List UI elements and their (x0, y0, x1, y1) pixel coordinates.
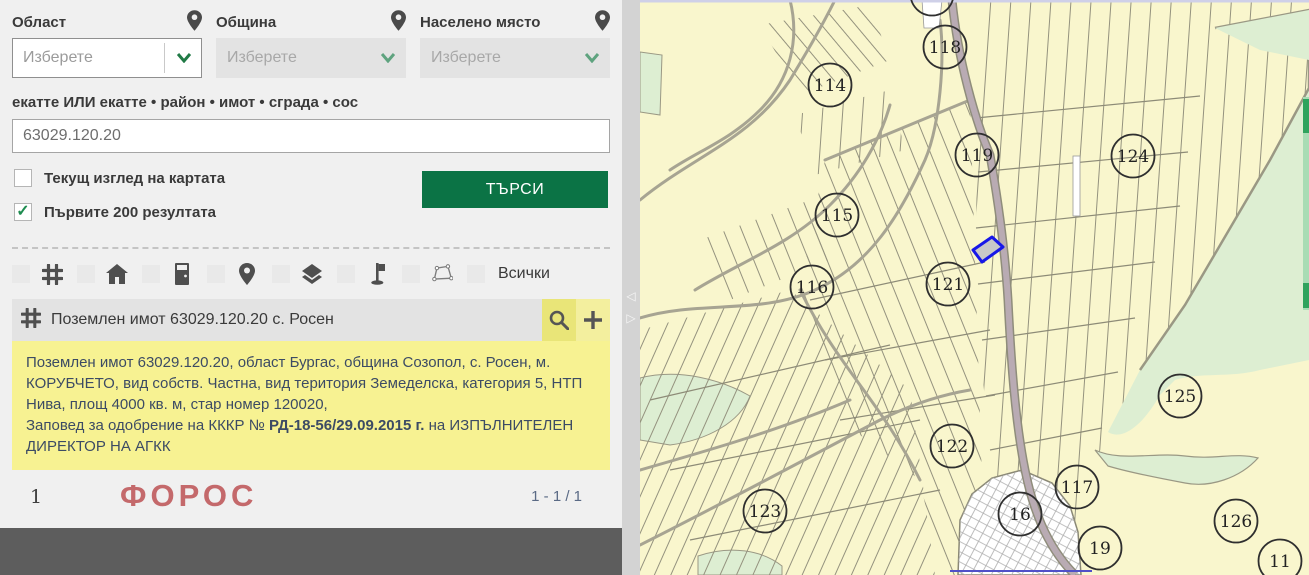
search-input[interactable] (12, 119, 610, 153)
svg-text:121: 121 (932, 275, 964, 295)
map-scrollbar-thumb-bottom[interactable] (1303, 283, 1309, 308)
collapse-panel-arrow-icon[interactable]: ◁ (625, 288, 637, 304)
flag-point-icon (366, 263, 388, 285)
search-panel: Област Изберете Община Изберете (0, 0, 622, 575)
location-pin-icon (187, 10, 202, 31)
search-button[interactable]: ТЪРСИ (422, 171, 608, 208)
point-marker-icon (236, 263, 258, 285)
result-title: Поземлен имот 63029.120.20 с. Росен (51, 311, 542, 329)
svg-text:11: 11 (1269, 552, 1291, 572)
object-entrance-icon (171, 263, 193, 285)
building-filter-checkbox[interactable] (77, 265, 95, 283)
search-controls: Текущ изглед на картата ✓ Първите 200 ре… (12, 161, 610, 237)
panel-bottom-filler (0, 528, 622, 575)
results-range: 1 - 1 / 1 (531, 488, 582, 505)
obshtina-placeholder: Изберете (217, 49, 297, 67)
location-pin-icon (595, 10, 610, 31)
svg-text:19: 19 (1089, 539, 1111, 559)
chevron-down-icon (177, 53, 191, 63)
parcel-details-text: Поземлен имот 63029.120.20, област Бурга… (26, 354, 582, 413)
cadastral-map[interactable]: 118 114 124 119 115 121 116 125 122 117 123 16 126 19… (640, 0, 1309, 575)
results-footer: 1 ФОРОС 1 - 1 / 1 (12, 470, 610, 528)
svg-text:126: 126 (1220, 512, 1252, 532)
svg-text:124: 124 (1117, 147, 1149, 167)
polygon-filter-checkbox[interactable] (402, 265, 420, 283)
first-200-label: Първите 200 резултата (44, 204, 216, 221)
chevron-down-icon (381, 53, 395, 63)
layers-icon (301, 263, 323, 285)
naseleno-myasto-select[interactable]: Изберете (420, 38, 610, 78)
filter-obshtina: Община Изберете (216, 8, 406, 78)
svg-text:125: 125 (1164, 387, 1196, 407)
location-filters: Област Изберете Община Изберете (12, 8, 610, 78)
svg-text:122: 122 (936, 437, 968, 457)
parcel-filter-checkbox[interactable] (12, 265, 30, 283)
map-top-edge (640, 0, 1309, 3)
parcel-details-box: Поземлен имот 63029.120.20, област Бурга… (12, 341, 610, 470)
parcel-grid-icon (41, 263, 63, 285)
polygon-sketch-icon (431, 263, 453, 285)
kais-cadastre-app: Област Изберете Община Изберете (0, 0, 1309, 575)
zoom-to-result-button[interactable] (542, 299, 576, 341)
naseleno-myasto-label: Населено място (420, 8, 540, 31)
expand-panel-arrow-icon[interactable]: ▷ (625, 310, 637, 326)
naseleno-myasto-placeholder: Изберете (421, 49, 501, 67)
layers-filter-checkbox[interactable] (272, 265, 290, 283)
search-syntax-hint: екатте ИЛИ екатте • район • имот • сград… (12, 94, 610, 111)
dashed-divider (12, 247, 610, 249)
object-type-filters: Всички (12, 263, 610, 285)
current-view-checkbox[interactable] (14, 169, 32, 187)
all-filter-checkbox[interactable] (467, 265, 485, 283)
current-view-checkbox-row[interactable]: Текущ изглед на картата (14, 169, 225, 187)
obshtina-label: Община (216, 8, 276, 31)
oblast-label: Област (12, 8, 66, 31)
select-divider (164, 43, 165, 73)
flag-filter-checkbox[interactable] (337, 265, 355, 283)
map-scrollbar-thumb-top[interactable] (1303, 99, 1309, 133)
all-filter-label: Всички (498, 265, 550, 283)
svg-text:115: 115 (821, 206, 853, 226)
current-view-label: Текущ изглед на картата (44, 170, 225, 187)
point-filter-checkbox[interactable] (207, 265, 225, 283)
location-pin-icon (391, 10, 406, 31)
page-number[interactable]: 1 (30, 486, 42, 508)
map-scrollbar[interactable] (1303, 97, 1309, 310)
filter-naseleno-myasto: Населено място Изберете (420, 8, 610, 78)
svg-text:116: 116 (796, 278, 828, 298)
magnifier-icon (549, 310, 569, 330)
svg-text:118: 118 (929, 38, 961, 58)
oblast-select[interactable]: Изберете (12, 38, 202, 78)
result-row[interactable]: Поземлен имот 63029.120.20 с. Росен (12, 299, 610, 341)
obshtina-select[interactable]: Изберете (216, 38, 406, 78)
svg-text:114: 114 (814, 76, 846, 96)
parcel-grid-icon (21, 308, 41, 333)
svg-text:123: 123 (749, 502, 781, 522)
svg-text:119: 119 (961, 146, 993, 166)
oblast-placeholder: Изберете (13, 49, 93, 67)
first-200-checkbox-row[interactable]: ✓ Първите 200 резултата (14, 203, 216, 221)
foros-watermark: ФОРОС (120, 478, 257, 514)
object-filter-checkbox[interactable] (142, 265, 160, 283)
svg-text:16: 16 (1009, 505, 1031, 525)
map-container: 118 114 124 119 115 121 116 125 122 117 123 16 126 19… (640, 0, 1309, 575)
approval-order-prefix: Заповед за одобрение на КККР № (26, 417, 269, 434)
filter-oblast: Област Изберете (12, 8, 202, 78)
chevron-down-icon (585, 53, 599, 63)
panel-map-divider: ◁ ▷ (622, 0, 640, 575)
first-200-checkbox[interactable]: ✓ (14, 203, 32, 221)
add-result-button[interactable] (576, 299, 610, 341)
plus-icon (583, 310, 603, 330)
approval-order-number: РД-18-56/29.09.2015 г. (269, 417, 424, 434)
svg-text:117: 117 (1061, 478, 1093, 498)
building-house-icon (106, 263, 128, 285)
check-icon: ✓ (16, 204, 29, 220)
